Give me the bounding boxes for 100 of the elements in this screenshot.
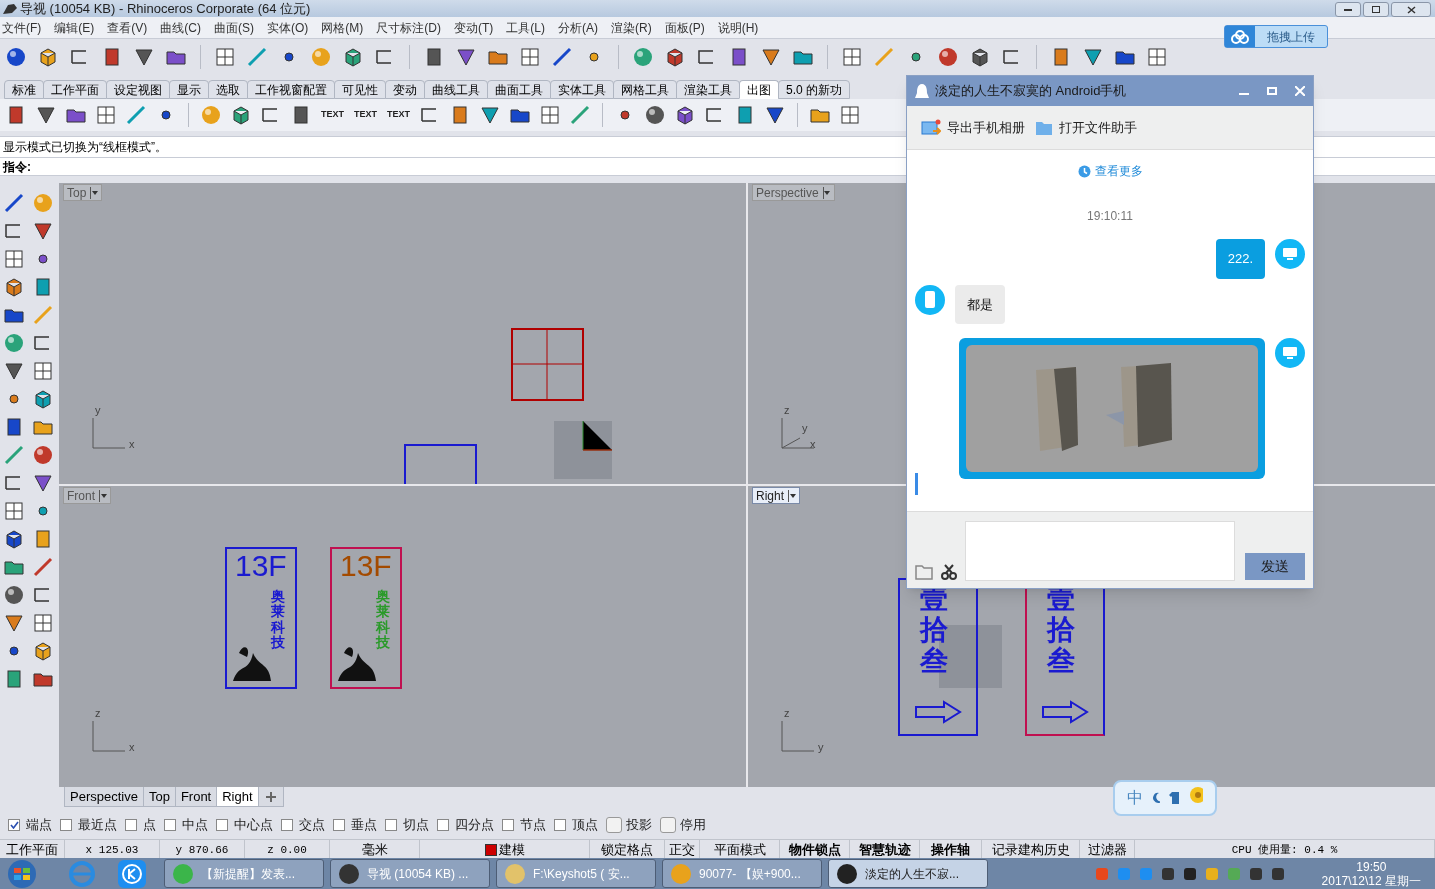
checkbox[interactable] [333, 819, 345, 831]
status-item[interactable]: x 125.03 [85, 841, 139, 859]
status-item[interactable]: 物件锁点 [788, 840, 841, 860]
message-input[interactable] [965, 521, 1235, 581]
tray-icon[interactable] [1269, 865, 1286, 882]
toolbar-tab[interactable]: 出图 [739, 80, 779, 99]
menu-item[interactable]: 查看(V) [107, 18, 148, 37]
menu-item[interactable]: 编辑(E) [54, 18, 95, 37]
viewport-title[interactable]: Front [63, 487, 111, 504]
viewport-tab[interactable]: Perspective [64, 787, 144, 807]
checkbox[interactable] [437, 819, 449, 831]
shirt-icon[interactable] [1167, 791, 1180, 805]
menu-item[interactable]: 实体(O) [267, 18, 309, 37]
checkbox[interactable] [164, 819, 176, 831]
add-tab-button[interactable] [257, 787, 284, 807]
maximize-icon[interactable] [1267, 86, 1277, 96]
toolbar-tab[interactable]: 渲染工具 [676, 80, 740, 99]
tray-icon[interactable] [1181, 865, 1198, 882]
viewport-tab[interactable]: Front [174, 787, 218, 807]
status-item[interactable]: 正交 [669, 840, 695, 860]
status-item[interactable]: 平面模式 [713, 840, 766, 860]
checkbox[interactable] [8, 819, 20, 831]
checkbox[interactable] [385, 819, 397, 831]
toolbar-tab[interactable]: 曲线工具 [424, 80, 488, 99]
layer-color-swatch[interactable] [484, 844, 497, 856]
toolbar-tab[interactable]: 曲面工具 [487, 80, 551, 99]
toolbar-tab[interactable]: 网格工具 [613, 80, 677, 99]
toolbar-tab[interactable]: 选取 [208, 80, 248, 99]
status-item[interactable]: 工作平面 [6, 840, 58, 860]
toolbar-tab[interactable]: 变动 [385, 80, 425, 99]
minimize-button[interactable] [1335, 2, 1361, 17]
sphere-icon[interactable] [2, 583, 26, 607]
tray-icon[interactable] [1159, 865, 1176, 882]
viewport-title[interactable]: Top [63, 184, 103, 201]
status-item[interactable]: 智慧轨迹 [858, 840, 911, 860]
viewport-tab[interactable]: Top [142, 787, 176, 807]
toolbar-tab[interactable]: 显示 [169, 80, 209, 99]
moon-icon[interactable] [1151, 792, 1160, 804]
toolbar-tab[interactable]: 工作平面 [43, 80, 107, 99]
menu-item[interactable]: 网格(M) [321, 18, 364, 37]
line-icon[interactable] [2, 191, 26, 215]
grid-icon[interactable] [518, 45, 542, 69]
grid-icon[interactable] [213, 45, 237, 69]
checkbox[interactable] [216, 819, 228, 831]
status-item[interactable]: 建模 [498, 840, 525, 860]
toolbar-tab[interactable]: 标准 [4, 80, 44, 99]
grid-icon[interactable] [1145, 45, 1169, 69]
upload-button[interactable]: 拖拽上传 [1224, 25, 1328, 48]
toggle-button[interactable] [660, 817, 676, 833]
viewport-title[interactable]: Perspective [752, 184, 835, 201]
text-tool-button[interactable]: TEXT [385, 108, 413, 122]
close-button[interactable] [1391, 2, 1431, 17]
toolbar-tab[interactable]: 设定视图 [106, 80, 170, 99]
grid-icon[interactable] [2, 499, 26, 523]
scissors-icon[interactable] [941, 564, 957, 580]
close-icon[interactable] [1295, 86, 1305, 96]
send-button[interactable]: 发送 [1245, 553, 1305, 580]
line-icon[interactable] [124, 103, 148, 127]
toggle-button[interactable] [606, 817, 622, 833]
chat-action[interactable]: 导出手机相册 [921, 117, 1025, 138]
menu-item[interactable]: 面板(P) [664, 18, 705, 37]
view-more-link[interactable]: 查看更多 [1077, 162, 1143, 180]
toolbar-tab[interactable]: 实体工具 [550, 80, 614, 99]
checkbox[interactable] [60, 819, 72, 831]
sphere-icon[interactable] [936, 45, 960, 69]
grid-icon[interactable] [840, 45, 864, 69]
menu-item[interactable]: 工具(L) [506, 18, 545, 37]
status-item[interactable]: 记录建构历史 [991, 840, 1070, 860]
toolbar-tab[interactable]: 工作视窗配置 [247, 80, 335, 99]
checkbox[interactable] [502, 819, 514, 831]
sphere-icon[interactable] [4, 45, 28, 69]
menu-item[interactable]: 曲线(C) [160, 18, 201, 37]
text-tool-button[interactable]: TEXT [352, 108, 380, 122]
music-app-icon[interactable] [118, 859, 146, 888]
restore-button[interactable] [1363, 2, 1389, 17]
status-item[interactable]: 锁定格点 [601, 840, 653, 860]
status-item[interactable]: 过滤器 [1087, 840, 1127, 860]
taskbar-button[interactable]: 淡定的人生不寂... [828, 859, 988, 888]
status-item[interactable]: 毫米 [361, 840, 388, 860]
status-item[interactable]: CPU 使用量: 0.4 % [1231, 841, 1338, 859]
tray-icon[interactable] [1247, 865, 1264, 882]
grid-icon[interactable] [94, 103, 118, 127]
viewport-title[interactable]: Right [752, 487, 800, 504]
menu-item[interactable]: 说明(H) [717, 18, 759, 37]
viewport-tab[interactable]: Right [216, 787, 259, 807]
checkbox[interactable] [281, 819, 293, 831]
menu-item[interactable]: 曲面(S) [214, 18, 254, 37]
toolbar-tab[interactable]: 5.0 的新功 [778, 80, 850, 99]
checkbox[interactable] [554, 819, 566, 831]
toolbar-tab[interactable]: 可见性 [334, 80, 386, 99]
menu-item[interactable]: 分析(A) [558, 18, 598, 37]
status-item[interactable]: y 870.66 [175, 841, 229, 859]
status-item[interactable]: z 0.00 [267, 841, 307, 859]
line-icon[interactable] [550, 45, 574, 69]
menu-item[interactable]: 文件(F) [2, 18, 42, 37]
menu-item[interactable]: 尺寸标注(D) [376, 18, 441, 37]
status-item[interactable]: 操作轴 [931, 840, 970, 860]
text-tool-button[interactable]: TEXT [319, 108, 346, 122]
chat-action[interactable]: 打开文件助手 [1035, 117, 1137, 138]
menu-item[interactable]: 变动(T) [454, 18, 494, 37]
